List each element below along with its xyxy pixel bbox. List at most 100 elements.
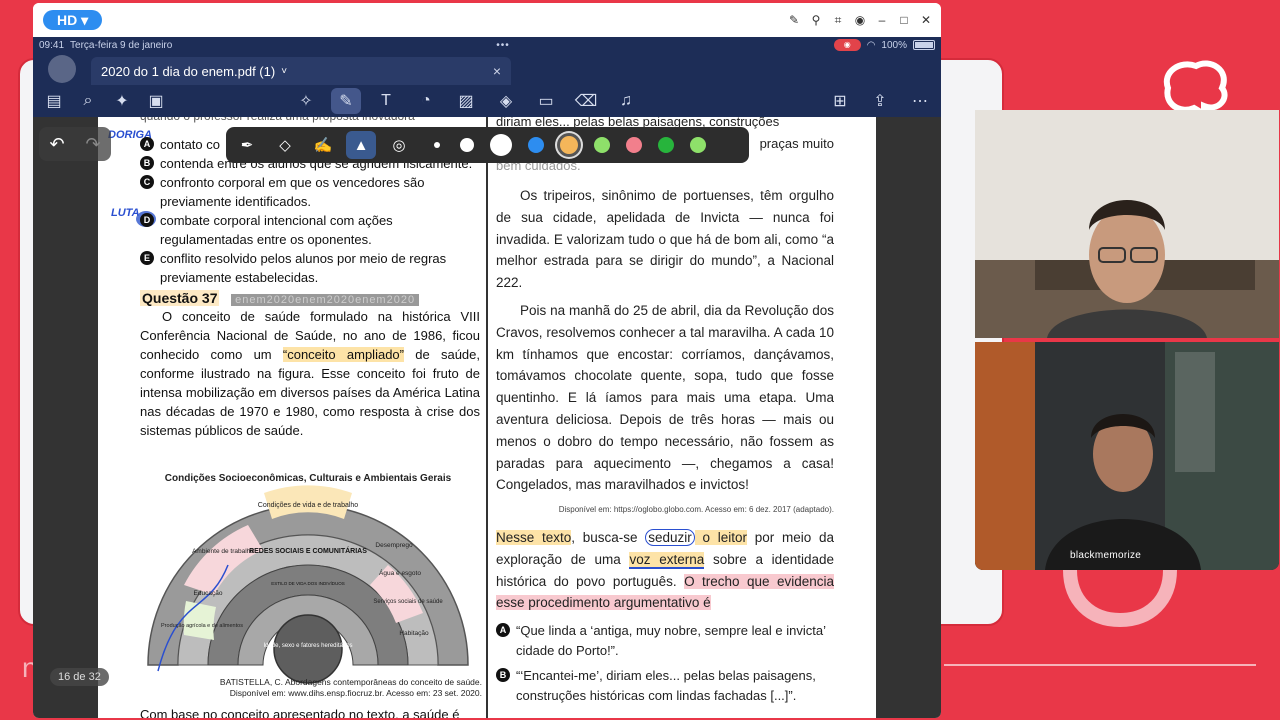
left-page-bottom-text: Com base no conceito apresentado no text… [140,707,460,718]
tab-title: 2020 do 1 dia do enem.pdf (1) [101,63,276,79]
sidebar-icon[interactable]: ▤ [39,88,69,114]
sparkle-icon[interactable]: ✦ [107,88,137,114]
question-prompt: Nesse texto, busca-se seduzir o leitor p… [496,529,835,611]
home-button[interactable] [33,53,91,85]
tab-bar: 2020 do 1 dia do enem.pdf (1) ˅ × [33,53,941,85]
presenter-2-video [975,342,1279,570]
close-icon[interactable]: ✕ [919,13,933,28]
battery-icon [913,40,935,50]
swatch-green[interactable] [658,137,674,153]
question-watermark: enem2020enem2020enem2020 [231,294,420,306]
more-icon[interactable]: ⋯ [905,88,935,114]
highlighter-icon[interactable]: ▲ [346,131,376,159]
swatch-pink[interactable] [626,137,642,153]
status-date: Terça-feira 9 de janeiro [70,39,173,51]
lasso-icon[interactable]: ✧ [291,88,321,114]
multitask-dots[interactable]: ••• [496,40,510,51]
highlight-conceito-ampliado: “conceito ampliado” [282,347,404,362]
swatch-lime[interactable] [690,137,706,153]
text-source: Disponível em: https://oglobo.globo.com.… [558,505,834,514]
battery-percent: 100% [881,39,907,51]
diagram-segment-educacao: Educação [194,590,223,597]
swatch-white[interactable] [490,134,512,156]
app-window: HD ▾ ✎ ⚲ ⌗ ◉ – □ ✕ 09:41 Terça-feira 9 d… [33,3,941,718]
paragraph-1: Os tripeiros, sinônimo de portuenses, tê… [496,188,834,291]
pen-toolbar: ✒ ◇ ✍ ▲ ◎ [226,127,749,163]
microphone-icon[interactable]: ♫ [611,88,641,114]
diagram-segment-producao: Produção agrícola e de alimentos [161,623,243,629]
pen-icon[interactable]: ✎ [331,88,361,114]
answers-list: A “Que linda a ‘antiga, muy nobre, sempre… [496,621,834,706]
diagram-inner-ring: REDES SOCIAIS E COMUNITÁRIAS [249,546,367,555]
swatch-orange[interactable] [560,136,578,154]
stroke-size-dot[interactable] [434,142,440,148]
diagram-segment-agua: Água e esgoto [379,568,421,577]
status-bar: 09:41 Terça-feira 9 de janeiro ••• ◉ ◠ 1… [33,37,941,53]
undo-icon[interactable]: ↶ [49,134,64,155]
minimize-icon[interactable]: – [875,13,889,28]
webcam-presenter-1 [975,110,1279,338]
recording-indicator: ◉ [833,39,861,51]
pdf-page-right: diriam eles... pelas belas paisagens, co… [488,117,876,718]
option-e[interactable]: Econflito resolvido pelos alunos por mei… [140,249,480,287]
undo-redo-group: ↶ ↷ [39,127,111,161]
tab-close-icon[interactable]: × [493,63,501,79]
chevron-down-icon[interactable]: ˅ [281,66,287,77]
background-divider [944,664,1256,666]
answer-b[interactable]: B “‘Encantei-me’, diriam eles... pelas be… [496,666,834,706]
wifi-icon: ◠ [866,39,876,51]
health-determinants-diagram: Condições Socioeconômicas, Culturais e A… [147,473,469,684]
pdf-page-left: quando o professor realiza uma proposta … [98,117,486,718]
share-icon[interactable]: ⇪ [865,88,895,114]
eraser-icon[interactable]: ⌫ [571,88,601,114]
option-c[interactable]: Cconfronto corporal em que os vencedores… [140,173,480,211]
eraser-tool-icon[interactable]: ◇ [270,131,300,159]
edit-icon[interactable]: ✎ [787,13,801,28]
hd-quality-button[interactable]: HD ▾ [43,10,103,30]
lasso-tool-icon[interactable]: ◎ [384,131,414,159]
brain-logo-large-icon [1063,569,1177,628]
image-icon[interactable]: ▨ [451,88,481,114]
document-canvas[interactable]: ↶ ↷ ✒ ◇ ✍ ▲ ◎ quando o professor realiza… [33,117,941,718]
fountain-pen-icon[interactable]: ✒ [232,131,262,159]
diagram-segment-servicos: Serviços sociais de saúde [373,599,443,605]
diagram-outer-label: Condições Socioeconômicas, Culturais e A… [165,473,452,484]
swatch-blue[interactable] [528,137,544,153]
document-icon[interactable]: ▣ [141,88,171,114]
search-icon[interactable]: ⌕ [73,88,103,114]
presenter-1-video [975,110,1279,338]
maximize-icon[interactable]: □ [897,13,911,28]
record-icon[interactable]: ◉ [853,13,867,28]
window-controls: ✎ ⚲ ⌗ ◉ – □ ✕ [787,13,933,28]
status-time: 09:41 [39,39,65,51]
shapes-icon[interactable]: ◔ [411,88,441,114]
swatch-light-green[interactable] [594,137,610,153]
underlined-voz-externa: voz externa [629,551,705,569]
diagram-segment-desemprego: Desemprego [375,542,413,549]
swatch-small-white[interactable] [460,138,474,152]
figure-caption: BATISTELLA, C. Abordagens contemporâneas… [219,677,482,698]
crop-icon[interactable]: ⌗ [831,13,845,28]
option-d[interactable]: Dcombate corporal intencional com ações … [140,211,480,249]
diagram-inner-small: ESTILO DE VIDA DOS INDIVÍDUOS [271,580,345,586]
textbox-icon[interactable]: T [371,88,401,114]
main-toolbar: ▤ ⌕ ✦ ▣ ✧ ✎ T ◔ ▨ ◈ ▭ ⌫ ♫ ⊞ ⇪ ⋯ [33,85,941,117]
answer-a[interactable]: A “Que linda a ‘antiga, muy nobre, sempre… [496,621,834,661]
pin-icon[interactable]: ⚲ [809,13,823,28]
question-text: O conceito de saúde formulado na históri… [140,309,480,438]
diagram-core: Idade, sexo e fatores hereditários [263,643,352,649]
add-page-icon[interactable]: ⊞ [825,88,855,114]
window-titlebar: HD ▾ ✎ ⚲ ⌗ ◉ – □ ✕ [33,3,941,37]
redo-icon[interactable]: ↷ [85,134,100,155]
brush-icon[interactable]: ✍ [308,131,338,159]
diagram-segment-habitacao: Habitação [399,630,429,637]
webcam-presenter-2: blackmemorize [975,342,1279,570]
diagram-segment-ambiente: Ambiente de trabalho [192,548,254,555]
question-title: Questão 37 [140,290,220,306]
elements-icon[interactable]: ◈ [491,88,521,114]
sticky-note-icon[interactable]: ▭ [531,88,561,114]
webcam-shirt-label: blackmemorize [1070,550,1142,561]
diagram-middle-top: Condições de vida e de trabalho [258,502,359,509]
document-tab[interactable]: 2020 do 1 dia do enem.pdf (1) ˅ × [91,57,511,85]
brain-logo-icon [1163,60,1228,114]
